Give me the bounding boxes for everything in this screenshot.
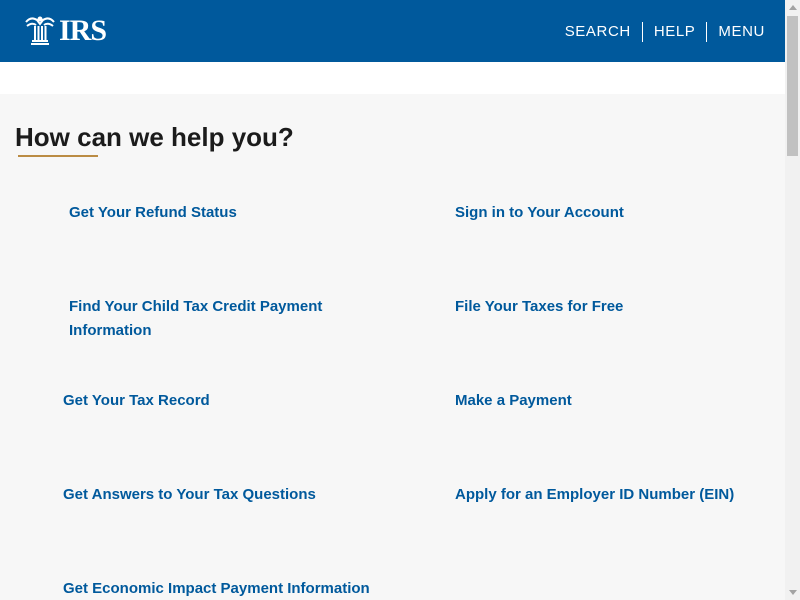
link-tax-questions[interactable]: Get Answers to Your Tax Questions (63, 483, 316, 507)
irs-logo[interactable]: IRS (23, 14, 107, 48)
nav-help-link[interactable]: HELP (643, 21, 707, 42)
help-section: How can we help you? Get Your Refund Sta… (0, 94, 785, 600)
vertical-scrollbar[interactable] (785, 0, 800, 600)
nav-menu-link[interactable]: MENU (707, 21, 765, 42)
link-make-payment[interactable]: Make a Payment (455, 389, 572, 413)
link-refund-status[interactable]: Get Your Refund Status (69, 201, 237, 225)
link-child-tax-credit[interactable]: Find Your Child Tax Credit Payment Infor… (69, 295, 344, 343)
scroll-down-arrow-icon[interactable] (789, 590, 797, 595)
link-apply-ein[interactable]: Apply for an Employer ID Number (EIN) (455, 483, 734, 507)
header-nav: SEARCH HELP MENU (554, 21, 765, 42)
link-file-taxes-free[interactable]: File Your Taxes for Free (455, 295, 623, 319)
logo-text: IRS (59, 14, 107, 47)
scroll-up-arrow-icon[interactable] (789, 5, 797, 10)
site-header: IRS SEARCH HELP MENU (0, 0, 785, 62)
page-title: How can we help you? (15, 122, 294, 152)
link-sign-in-account[interactable]: Sign in to Your Account (455, 201, 624, 225)
link-tax-record[interactable]: Get Your Tax Record (63, 389, 210, 413)
title-accent-underline (18, 155, 98, 157)
nav-search-link[interactable]: SEARCH (554, 21, 642, 42)
header-spacer (0, 62, 785, 94)
irs-eagle-logo-icon (25, 16, 55, 45)
link-economic-impact-payment[interactable]: Get Economic Impact Payment Information (63, 577, 370, 600)
scrollbar-thumb[interactable] (787, 16, 798, 156)
